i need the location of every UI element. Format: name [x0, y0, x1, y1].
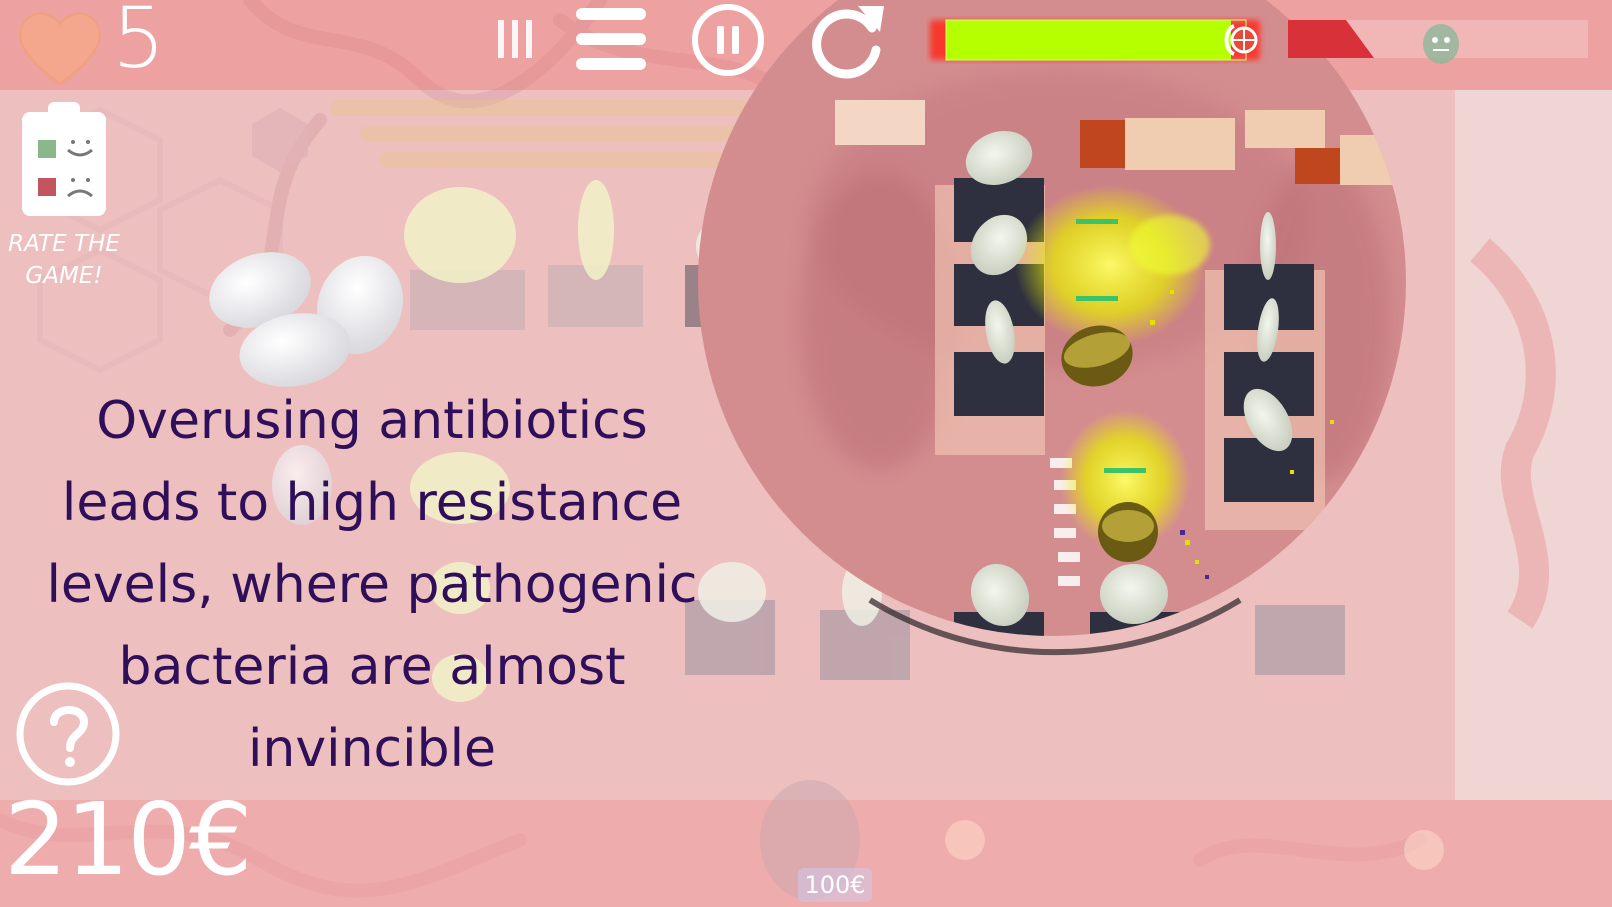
help-button[interactable]: [14, 680, 122, 788]
restart-icon: [812, 6, 884, 79]
speed-icon: [498, 20, 532, 58]
pause-button[interactable]: [690, 2, 766, 78]
help-icon: [16, 682, 120, 786]
bacteria-wave-icon: [1222, 20, 1258, 60]
restart-button[interactable]: [806, 0, 886, 80]
pause-icon: [692, 4, 764, 76]
clipboard-icon: [22, 102, 106, 216]
health-bar-fill: [946, 20, 1231, 60]
heart-icon: [14, 6, 106, 88]
lives-count: 5: [112, 0, 166, 87]
bacteria-icon: [1418, 18, 1464, 68]
speed-button[interactable]: [494, 16, 538, 60]
menu-icon: [576, 8, 646, 70]
rate-game-label: RATE THE GAME!: [8, 231, 120, 289]
tower-price-tag[interactable]: 100€: [798, 868, 872, 902]
wave-health-bar: [926, 14, 1266, 66]
tip-text: Overusing antibiotics leads to high resi…: [46, 391, 698, 779]
rate-game-button[interactable]: [18, 100, 110, 220]
menu-button[interactable]: [574, 6, 648, 72]
money-display: 210€: [4, 781, 252, 898]
